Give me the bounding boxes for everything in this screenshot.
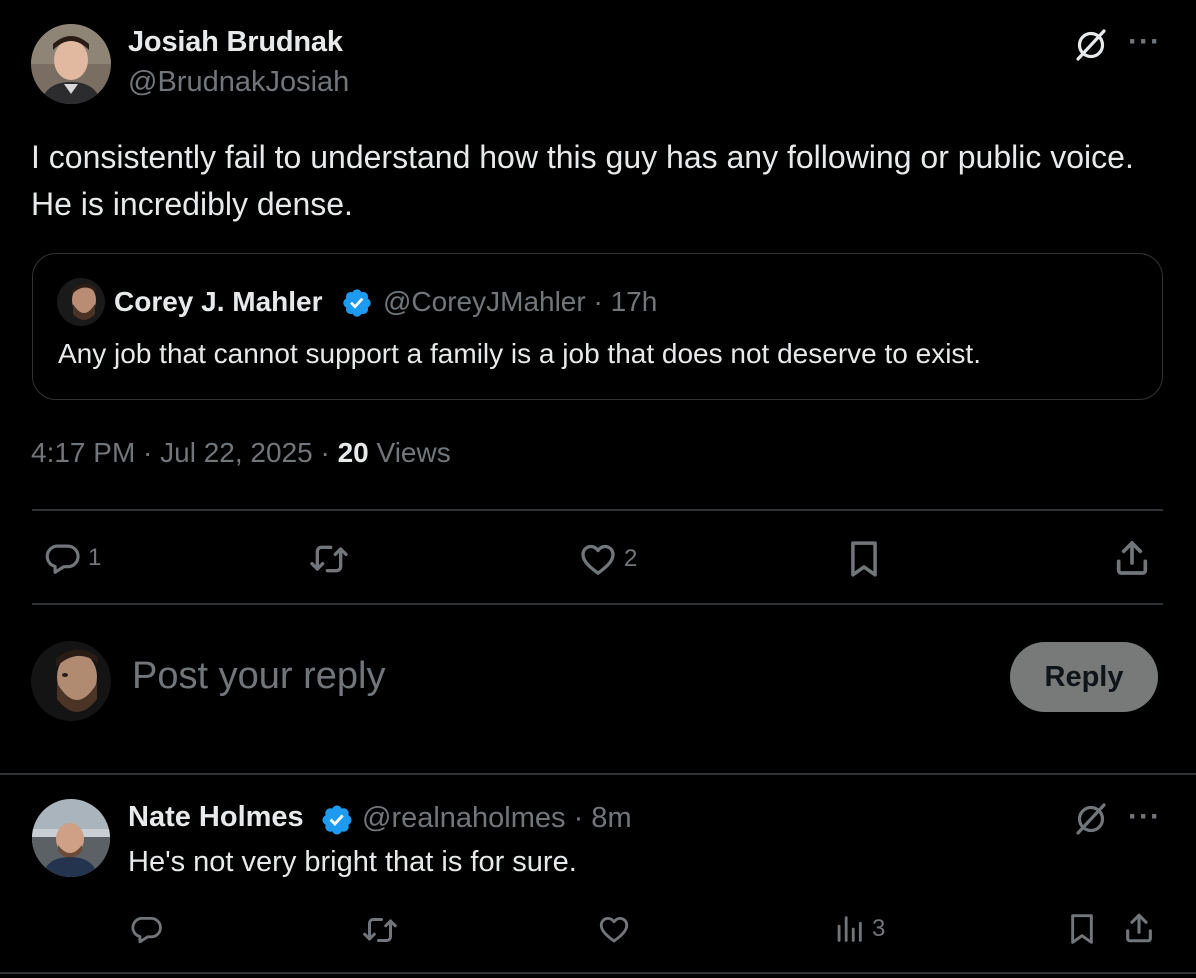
more-icon[interactable]: ···	[1128, 802, 1161, 832]
verified-badge-icon	[341, 287, 373, 324]
share-icon	[1116, 541, 1148, 575]
more-icon[interactable]: ···	[1128, 27, 1161, 57]
divider	[32, 509, 1163, 511]
reply-input[interactable]: Post your reply	[132, 655, 385, 698]
repost-icon	[310, 545, 348, 573]
reply-author-name[interactable]: Nate Holmes	[128, 801, 304, 834]
bookmark-action[interactable]	[1066, 911, 1098, 947]
views-count: 20	[337, 437, 369, 468]
like-icon	[581, 544, 615, 575]
bookmark-action[interactable]	[845, 538, 883, 580]
grok-icon[interactable]	[1073, 801, 1109, 842]
views-icon	[837, 916, 862, 942]
reply-action[interactable]: 1	[44, 539, 101, 577]
like-action[interactable]: 2	[578, 539, 637, 579]
reply-post[interactable]: Nate Holmes @realnaholmes · 8m ··· He's …	[0, 775, 1196, 978]
like-icon	[599, 916, 629, 943]
divider	[32, 603, 1163, 605]
reply-action[interactable]	[130, 912, 164, 946]
quoted-post[interactable]: Corey J. Mahler @CoreyJMahler · 17h Any …	[32, 253, 1163, 400]
quote-author-name: Corey J. Mahler	[114, 286, 323, 317]
share-action[interactable]	[1122, 911, 1156, 945]
reply-count: 1	[88, 544, 102, 571]
author-handle[interactable]: @BrudnakJosiah	[128, 66, 349, 99]
repost-action[interactable]	[309, 539, 355, 579]
quote-text: Any job that cannot support a family is …	[58, 338, 981, 369]
bookmark-icon	[1071, 914, 1093, 944]
author-avatar[interactable]	[31, 24, 111, 104]
current-user-avatar[interactable]	[31, 641, 111, 721]
reply-author-avatar[interactable]	[32, 799, 110, 877]
post-timestamp: 4:17 PM · Jul 22, 2025 · 20 Views	[31, 437, 451, 469]
quote-author-avatar[interactable]	[57, 278, 105, 326]
grok-icon[interactable]	[1073, 27, 1109, 68]
post-text: I consistently fail to understand how th…	[31, 139, 1134, 222]
quote-meta: @CoreyJMahler · 17h	[383, 286, 658, 317]
like-action[interactable]	[597, 912, 631, 946]
share-icon	[1126, 913, 1152, 943]
reply-meta: @realnaholmes · 8m	[362, 802, 632, 834]
main-post: Josiah Brudnak @BrudnakJosiah ··· I cons…	[0, 0, 1196, 775]
reply-button[interactable]: Reply	[1010, 642, 1158, 712]
views-label: Views	[368, 437, 451, 468]
reply-icon	[45, 544, 80, 574]
views-count: 3	[872, 915, 886, 942]
divider	[0, 972, 1196, 974]
verified-badge-icon	[320, 803, 354, 842]
bookmark-icon	[851, 541, 877, 577]
views-action[interactable]: 3	[832, 912, 885, 946]
repost-action[interactable]	[362, 912, 398, 948]
timestamp-text[interactable]: 4:17 PM · Jul 22, 2025 ·	[31, 437, 338, 468]
repost-icon	[363, 918, 397, 942]
share-action[interactable]	[1112, 538, 1152, 578]
like-count: 2	[624, 545, 638, 572]
author-name[interactable]: Josiah Brudnak	[128, 26, 343, 59]
reply-text: He's not very bright that is for sure.	[128, 846, 577, 878]
reply-icon	[131, 916, 162, 944]
